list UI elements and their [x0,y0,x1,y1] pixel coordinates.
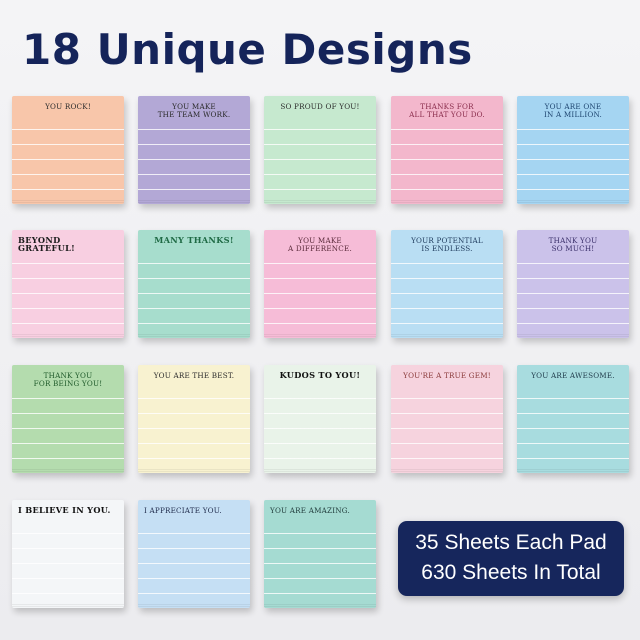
sticky-note: THANK YOU FOR BEING YOU! [12,365,124,473]
sticky-note: SO PROUD OF YOU! [264,96,376,204]
note-text: YOU MAKE A DIFFERENCE. [288,236,352,253]
sticky-note: I APPRECIATE YOU. [138,500,250,608]
sticky-note: BEYOND GRATEFUL! [12,230,124,338]
sticky-note: THANK YOU SO MUCH! [517,230,629,338]
note-text: SO PROUD OF YOU! [280,102,360,111]
note-text: YOU ARE AMAZING. [270,506,350,515]
note-text: YOU ARE THE BEST. [153,371,235,380]
note-text: I BELIEVE IN YOU. [18,505,111,515]
note-text: I APPRECIATE YOU. [144,506,222,515]
sticky-note: I BELIEVE IN YOU. [12,500,124,608]
sticky-note: YOU'RE A TRUE GEM! [391,365,503,473]
sticky-note: YOUR POTENTIAL IS ENDLESS. [391,230,503,338]
note-text: MANY THANKS! [154,235,234,245]
sticky-note: YOU MAKE THE TEAM WORK. [138,96,250,204]
sticky-note: YOU MAKE A DIFFERENCE. [264,230,376,338]
note-text: YOU'RE A TRUE GEM! [403,371,491,380]
sticky-note: YOU ARE THE BEST. [138,365,250,473]
note-text: THANKS FOR ALL THAT YOU DO. [409,102,485,119]
note-text: THANK YOU SO MUCH! [548,236,598,253]
sticky-note: YOU ARE AWESOME. [517,365,629,473]
note-text: YOU ARE AWESOME. [531,371,615,380]
badge-line-each-pad: 35 Sheets Each Pad [415,531,607,554]
sticky-note: KUDOS TO YOU! [264,365,376,473]
note-text: BEYOND GRATEFUL! [18,235,76,253]
note-text: YOU ARE ONE IN A MILLION. [543,102,603,119]
sticky-note: THANKS FOR ALL THAT YOU DO. [391,96,503,204]
sticky-note: YOU ARE AMAZING. [264,500,376,608]
note-text: YOU MAKE THE TEAM WORK. [157,102,231,119]
note-text: YOUR POTENTIAL IS ENDLESS. [411,236,483,253]
note-text: THANK YOU FOR BEING YOU! [33,371,103,388]
note-text: KUDOS TO YOU! [279,370,361,380]
sticky-note: YOU ARE ONE IN A MILLION. [517,96,629,204]
sheet-count-badge: 35 Sheets Each Pad 630 Sheets In Total [398,521,624,596]
sticky-note: MANY THANKS! [138,230,250,338]
note-text: YOU ROCK! [45,102,91,111]
sticky-note: YOU ROCK! [12,96,124,204]
badge-line-total: 630 Sheets In Total [421,561,601,584]
